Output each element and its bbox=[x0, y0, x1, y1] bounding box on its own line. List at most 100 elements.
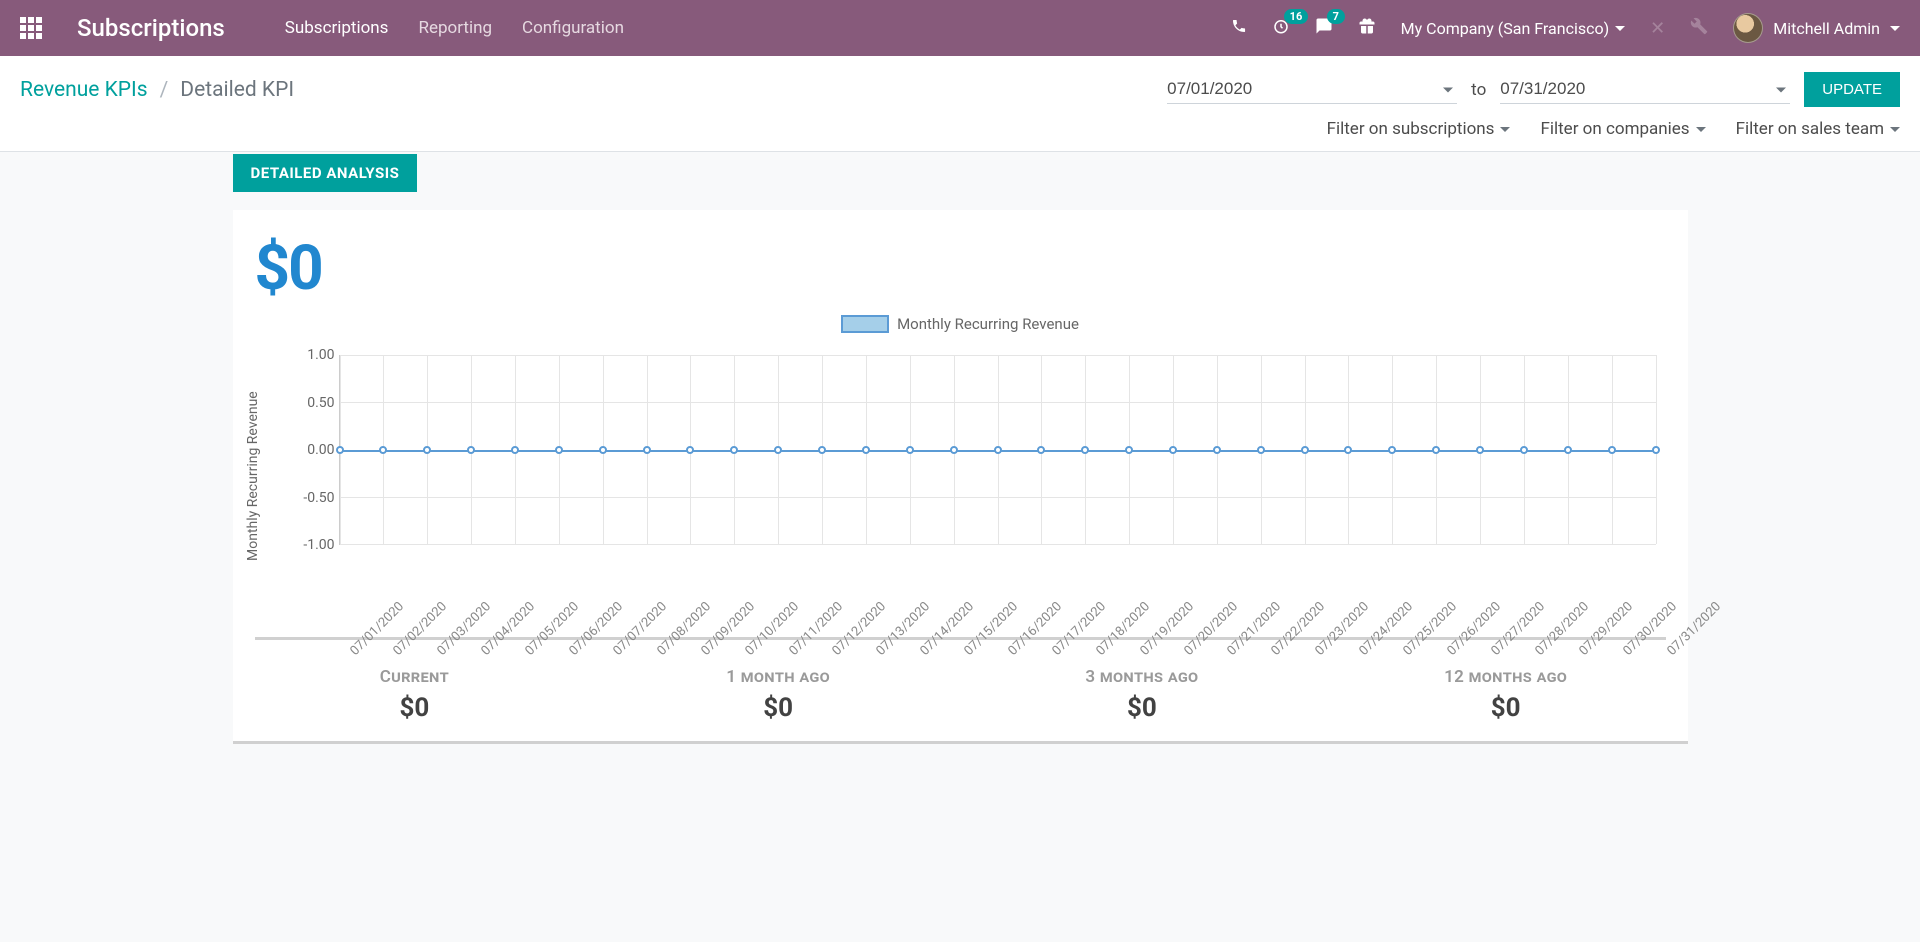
chevron-down-icon bbox=[1615, 26, 1625, 31]
compare-label: 12 months ago bbox=[1324, 667, 1688, 687]
to-label: to bbox=[1471, 80, 1486, 100]
data-marker[interactable] bbox=[994, 446, 1002, 454]
control-panel: Revenue KPIs / Detailed KPI to UPDATE Fi… bbox=[0, 56, 1920, 152]
data-marker[interactable] bbox=[1520, 446, 1528, 454]
kpi-big-value: $0 bbox=[255, 232, 1666, 305]
tab-detailed-analysis[interactable]: DETAILED ANALYSIS bbox=[233, 154, 418, 192]
data-marker[interactable] bbox=[686, 446, 694, 454]
chat-icon[interactable]: 7 bbox=[1315, 17, 1333, 39]
compare-3months: 3 months ago $0 bbox=[960, 667, 1324, 723]
compare-label: 3 months ago bbox=[960, 667, 1324, 687]
data-marker[interactable] bbox=[1125, 446, 1133, 454]
filter-sales-team[interactable]: Filter on sales team bbox=[1736, 119, 1900, 139]
comparison-row: Current $0 1 month ago $0 3 months ago $… bbox=[233, 645, 1688, 741]
kpi-card: $0 Monthly Recurring Revenue Monthly Rec… bbox=[233, 210, 1688, 645]
chevron-down-icon bbox=[1890, 26, 1900, 31]
filter-label: Filter on sales team bbox=[1736, 119, 1884, 139]
nav-links: Subscriptions Reporting Configuration bbox=[285, 18, 1231, 38]
data-marker[interactable] bbox=[423, 446, 431, 454]
date-to-input[interactable] bbox=[1500, 75, 1790, 104]
filter-label: Filter on companies bbox=[1540, 119, 1689, 139]
gift-icon[interactable] bbox=[1358, 17, 1376, 39]
data-marker[interactable] bbox=[511, 446, 519, 454]
compare-value: $0 bbox=[960, 693, 1324, 723]
compare-value: $0 bbox=[233, 693, 597, 723]
divider bbox=[233, 741, 1688, 744]
data-marker[interactable] bbox=[1037, 446, 1045, 454]
data-marker[interactable] bbox=[1213, 446, 1221, 454]
data-marker[interactable] bbox=[1652, 446, 1660, 454]
apps-icon[interactable] bbox=[20, 17, 42, 39]
chevron-down-icon bbox=[1500, 127, 1510, 132]
legend-label: Monthly Recurring Revenue bbox=[897, 315, 1079, 333]
data-marker[interactable] bbox=[730, 446, 738, 454]
compare-label: 1 month ago bbox=[596, 667, 960, 687]
data-marker[interactable] bbox=[599, 446, 607, 454]
data-marker[interactable] bbox=[1564, 446, 1572, 454]
chevron-down-icon[interactable] bbox=[1776, 87, 1786, 92]
phone-icon[interactable] bbox=[1231, 18, 1247, 38]
chat-badge: 7 bbox=[1327, 9, 1345, 24]
chevron-down-icon bbox=[1696, 127, 1706, 132]
compare-value: $0 bbox=[596, 693, 960, 723]
chevron-down-icon bbox=[1890, 127, 1900, 132]
company-selector[interactable]: My Company (San Francisco) bbox=[1401, 19, 1626, 38]
data-marker[interactable] bbox=[862, 446, 870, 454]
filter-label: Filter on subscriptions bbox=[1327, 119, 1495, 139]
date-from-input[interactable] bbox=[1167, 75, 1457, 104]
data-marker[interactable] bbox=[906, 446, 914, 454]
data-marker[interactable] bbox=[1344, 446, 1352, 454]
data-marker[interactable] bbox=[1081, 446, 1089, 454]
compare-1month: 1 month ago $0 bbox=[596, 667, 960, 723]
breadcrumb-parent[interactable]: Revenue KPIs bbox=[20, 78, 148, 102]
data-marker[interactable] bbox=[1257, 446, 1265, 454]
y-tick: -1.00 bbox=[295, 537, 335, 553]
compare-value: $0 bbox=[1324, 693, 1688, 723]
data-marker[interactable] bbox=[1301, 446, 1309, 454]
chart: Monthly Recurring Revenue 1.000.500.00-0… bbox=[255, 345, 1666, 615]
data-marker[interactable] bbox=[774, 446, 782, 454]
y-tick: 0.50 bbox=[295, 395, 335, 411]
compare-12months: 12 months ago $0 bbox=[1324, 667, 1688, 723]
chevron-down-icon[interactable] bbox=[1443, 87, 1453, 92]
filter-subscriptions[interactable]: Filter on subscriptions bbox=[1327, 119, 1511, 139]
timer-badge: 16 bbox=[1284, 9, 1309, 24]
main-content: DETAILED ANALYSIS $0 Monthly Recurring R… bbox=[233, 152, 1688, 744]
avatar bbox=[1733, 13, 1763, 43]
nav-right: 16 7 My Company (San Francisco) ✕ Mitche… bbox=[1231, 13, 1900, 43]
y-tick: 0.00 bbox=[295, 442, 335, 458]
y-tick: -0.50 bbox=[295, 490, 335, 506]
plot-area bbox=[339, 355, 1656, 545]
data-marker[interactable] bbox=[1388, 446, 1396, 454]
data-marker[interactable] bbox=[1608, 446, 1616, 454]
data-marker[interactable] bbox=[950, 446, 958, 454]
breadcrumb-separator: / bbox=[160, 78, 169, 102]
data-marker[interactable] bbox=[1476, 446, 1484, 454]
data-marker[interactable] bbox=[336, 446, 344, 454]
legend-item[interactable]: Monthly Recurring Revenue bbox=[841, 315, 1079, 333]
nav-configuration[interactable]: Configuration bbox=[522, 18, 624, 38]
update-button[interactable]: UPDATE bbox=[1804, 72, 1900, 107]
close-icon[interactable]: ✕ bbox=[1650, 18, 1665, 39]
data-marker[interactable] bbox=[379, 446, 387, 454]
compare-label: Current bbox=[233, 667, 597, 687]
data-marker[interactable] bbox=[818, 446, 826, 454]
filter-companies[interactable]: Filter on companies bbox=[1540, 119, 1705, 139]
nav-subscriptions[interactable]: Subscriptions bbox=[285, 18, 389, 38]
y-axis-label: Monthly Recurring Revenue bbox=[245, 391, 261, 561]
data-marker[interactable] bbox=[555, 446, 563, 454]
wrench-icon[interactable] bbox=[1690, 17, 1708, 40]
data-marker[interactable] bbox=[1169, 446, 1177, 454]
nav-reporting[interactable]: Reporting bbox=[418, 18, 492, 38]
data-marker[interactable] bbox=[467, 446, 475, 454]
user-menu[interactable]: Mitchell Admin bbox=[1733, 13, 1900, 43]
data-marker[interactable] bbox=[643, 446, 651, 454]
legend-swatch bbox=[841, 315, 889, 333]
timer-icon[interactable]: 16 bbox=[1272, 17, 1290, 39]
data-marker[interactable] bbox=[1432, 446, 1440, 454]
app-brand[interactable]: Subscriptions bbox=[77, 14, 225, 42]
user-name: Mitchell Admin bbox=[1773, 19, 1880, 38]
breadcrumb: Revenue KPIs / Detailed KPI bbox=[20, 78, 294, 102]
breadcrumb-current: Detailed KPI bbox=[180, 78, 294, 102]
y-tick: 1.00 bbox=[295, 347, 335, 363]
